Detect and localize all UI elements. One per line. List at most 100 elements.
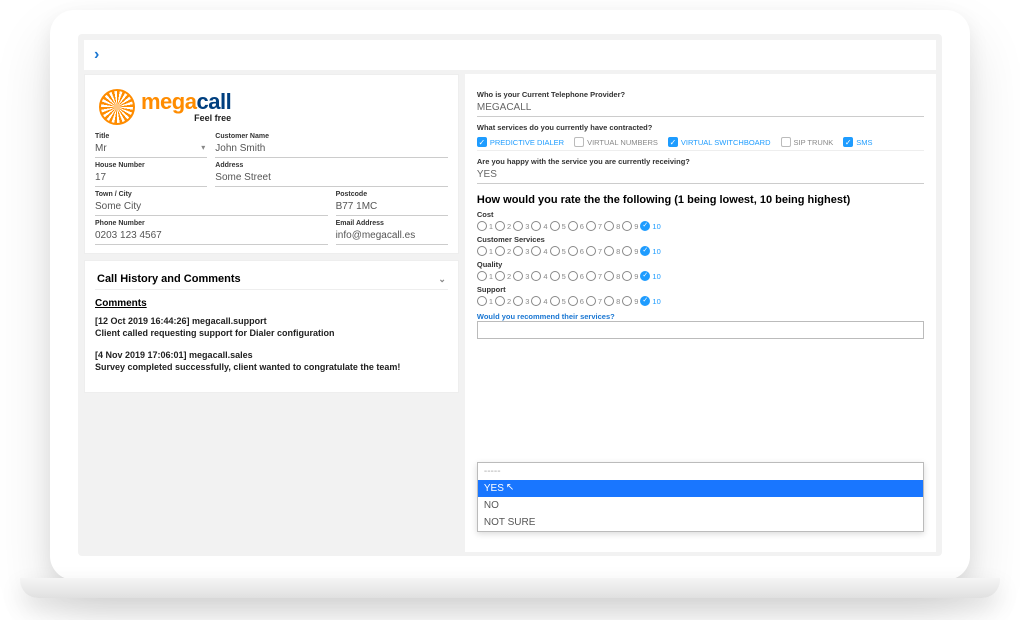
title-select[interactable]: Mr▾ [95,141,207,158]
rating-radio-5[interactable]: 5 [550,221,566,231]
rating-radio-3[interactable]: 3 [513,296,529,306]
radio-icon [640,221,650,231]
town-input[interactable]: Some City [95,199,328,216]
rating-radio-2[interactable]: 2 [495,296,511,306]
radio-icon [586,221,596,231]
chevron-right-icon[interactable]: › [94,46,99,64]
name-label: Customer Name [215,133,448,140]
comment-entry: [4 Nov 2019 17:06:01] megacall.salesSurv… [95,349,448,373]
radio-icon [495,271,505,281]
rating-radio-8[interactable]: 8 [604,246,620,256]
service-checkbox[interactable]: SIP TRUNK [781,137,834,147]
rating-radio-1[interactable]: 1 [477,271,493,281]
rating-radio-4[interactable]: 4 [531,221,547,231]
dropdown-option[interactable]: YES↖ [478,480,923,497]
customer-panel: megacall Feel free Title Mr▾ Customer Na… [84,74,459,254]
rating-radio-10[interactable]: 10 [640,271,660,281]
email-input[interactable]: info@megacall.es [336,228,448,245]
radio-icon [604,296,614,306]
service-checkbox[interactable]: VIRTUAL NUMBERS [574,137,658,147]
rating-radio-10[interactable]: 10 [640,296,660,306]
rating-radio-6[interactable]: 6 [568,221,584,231]
dropdown-option-blank[interactable]: ----- [478,463,923,480]
dropdown-option[interactable]: NO [478,497,923,514]
radio-icon [586,271,596,281]
rating-radio-1[interactable]: 1 [477,221,493,231]
rating-label: Cost [477,210,924,219]
service-checkbox[interactable]: ✓PREDICTIVE DIALER [477,137,564,147]
recommend-question-label: Would you recommend their services? [477,312,924,321]
radio-icon [495,246,505,256]
happy-input[interactable]: YES [477,166,924,184]
history-accordion-header[interactable]: Call History and Comments ⌄ [95,269,448,290]
rating-radio-2[interactable]: 2 [495,221,511,231]
rating-radio-7[interactable]: 7 [586,221,602,231]
recommend-dropdown-list: ----- YES↖NONOT SURE [477,462,924,532]
laptop-base [20,578,1000,598]
rating-radio-8[interactable]: 8 [604,296,620,306]
rating-radio-1[interactable]: 1 [477,296,493,306]
rating-radio-6[interactable]: 6 [568,271,584,281]
address-label: Address [215,162,448,169]
radio-icon [495,221,505,231]
rating-radio-7[interactable]: 7 [586,246,602,256]
rating-radio-1[interactable]: 1 [477,246,493,256]
rating-radio-9[interactable]: 9 [622,271,638,281]
radio-icon [550,296,560,306]
name-input[interactable]: John Smith [215,141,448,158]
topbar: › [84,40,936,70]
rating-radio-5[interactable]: 5 [550,246,566,256]
rating-radio-2[interactable]: 2 [495,246,511,256]
rating-radio-7[interactable]: 7 [586,296,602,306]
rating-radio-5[interactable]: 5 [550,271,566,281]
comment-entry: [12 Oct 2019 16:44:26] megacall.supportC… [95,315,448,339]
rating-heading: How would you rate the the following (1 … [477,194,924,206]
rating-radio-5[interactable]: 5 [550,296,566,306]
rating-radio-4[interactable]: 4 [531,296,547,306]
rating-radio-9[interactable]: 9 [622,221,638,231]
dropdown-option[interactable]: NOT SURE [478,514,923,531]
logo-text-mega: mega [141,89,196,114]
logo-tagline: Feel free [194,113,231,123]
rating-radio-4[interactable]: 4 [531,246,547,256]
service-checkbox[interactable]: ✓SMS [843,137,872,147]
service-checkbox[interactable]: ✓VIRTUAL SWITCHBOARD [668,137,771,147]
rating-radio-9[interactable]: 9 [622,246,638,256]
phone-input[interactable]: 0203 123 4567 [95,228,328,245]
rating-radio-9[interactable]: 9 [622,296,638,306]
recommend-select[interactable] [477,321,924,339]
caret-down-icon: ▾ [201,143,205,152]
radio-icon [568,221,578,231]
rating-radio-7[interactable]: 7 [586,271,602,281]
checkbox-icon: ✓ [843,137,853,147]
comments-heading: Comments [95,298,448,309]
rating-radio-6[interactable]: 6 [568,246,584,256]
house-input[interactable]: 17 [95,170,207,187]
radio-icon [513,221,523,231]
rating-group: Quality12345678910 [477,260,924,281]
radio-icon [495,296,505,306]
rating-radio-8[interactable]: 8 [604,221,620,231]
radio-icon [622,271,632,281]
title-label: Title [95,133,207,140]
radio-icon [640,246,650,256]
radio-icon [550,271,560,281]
rating-radio-3[interactable]: 3 [513,221,529,231]
rating-radio-4[interactable]: 4 [531,271,547,281]
phone-label: Phone Number [95,220,328,227]
address-input[interactable]: Some Street [215,170,448,187]
rating-radio-8[interactable]: 8 [604,271,620,281]
rating-radio-6[interactable]: 6 [568,296,584,306]
rating-radio-10[interactable]: 10 [640,221,660,231]
rating-radio-3[interactable]: 3 [513,246,529,256]
town-label: Town / City [95,191,328,198]
history-panel: Call History and Comments ⌄ Comments [12… [84,260,459,393]
rating-radio-3[interactable]: 3 [513,271,529,281]
services-question-label: What services do you currently have cont… [477,123,924,132]
radio-icon [640,296,650,306]
rating-radio-2[interactable]: 2 [495,271,511,281]
provider-input[interactable]: MEGACALL [477,99,924,117]
postcode-input[interactable]: B77 1MC [336,199,448,216]
radio-icon [622,221,632,231]
rating-radio-10[interactable]: 10 [640,246,660,256]
